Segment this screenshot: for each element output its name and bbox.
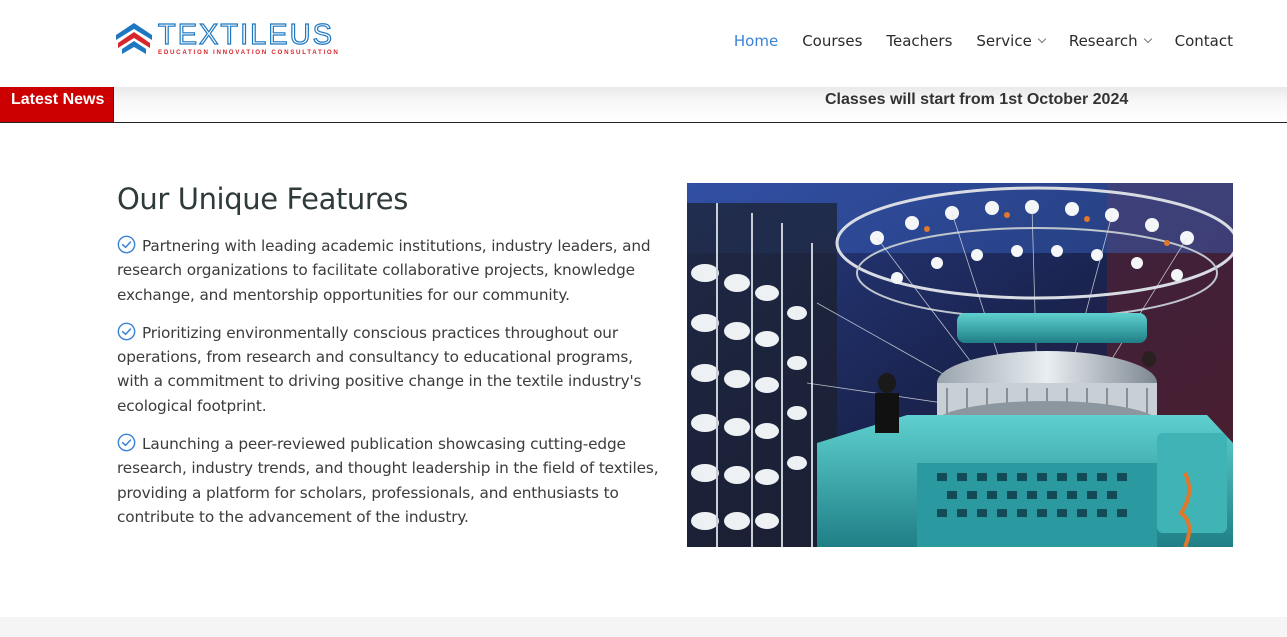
feature-text: Launching a peer-reviewed publication sh…: [117, 435, 659, 526]
feature-text: Prioritizing environmentally conscious p…: [117, 323, 642, 415]
check-circle-icon: [117, 322, 136, 341]
check-circle-icon: [117, 433, 136, 452]
nav-teachers-label: Teachers: [886, 32, 953, 50]
nav-service-label: Service: [976, 32, 1032, 50]
latest-news-label: Latest News: [0, 87, 114, 122]
nav-contact[interactable]: Contact: [1175, 30, 1233, 52]
nav-home-label: Home: [733, 32, 779, 50]
nav-courses[interactable]: Courses: [802, 30, 862, 52]
news-ticker: Latest News Classes will start from 1st …: [0, 87, 1287, 123]
brand-name: TEXTILEUS: [157, 18, 334, 51]
feature-item: Launching a peer-reviewed publication sh…: [117, 432, 662, 529]
nav-service[interactable]: Service: [976, 30, 1047, 52]
nav-teachers[interactable]: Teachers: [886, 30, 952, 52]
knitting-machine-image: [687, 183, 1233, 547]
feature-text: Partnering with leading academic institu…: [117, 237, 651, 304]
news-ticker-text[interactable]: Classes will start from 1st October 2024: [825, 91, 1128, 109]
features-list: Partnering with leading academic institu…: [117, 234, 662, 543]
check-circle-icon: [117, 235, 136, 254]
logo-mark-icon: [116, 23, 152, 54]
brand-logo[interactable]: TEXTILEUS EDUCATION INNOVATION CONSULTAT…: [116, 18, 386, 60]
brand-tagline: EDUCATION INNOVATION CONSULTATION: [158, 49, 340, 56]
nav-courses-label: Courses: [802, 32, 863, 50]
feature-item: Prioritizing environmentally conscious p…: [117, 321, 662, 418]
nav-research[interactable]: Research: [1068, 30, 1152, 52]
nav-contact-label: Contact: [1174, 32, 1233, 50]
knitting-machine-photo: [687, 183, 1233, 547]
section-title: Our Unique Features: [117, 182, 408, 216]
chevron-down-icon: [1143, 34, 1152, 44]
site-header: TEXTILEUS EDUCATION INNOVATION CONSULTAT…: [0, 0, 1287, 87]
nav-research-label: Research: [1068, 32, 1138, 50]
feature-item: Partnering with leading academic institu…: [117, 234, 662, 307]
footer-band: [0, 617, 1287, 637]
main-nav: Home Courses Teachers Service Research C…: [710, 30, 1233, 52]
chevron-down-icon: [1037, 34, 1047, 44]
nav-home[interactable]: Home: [734, 30, 778, 52]
